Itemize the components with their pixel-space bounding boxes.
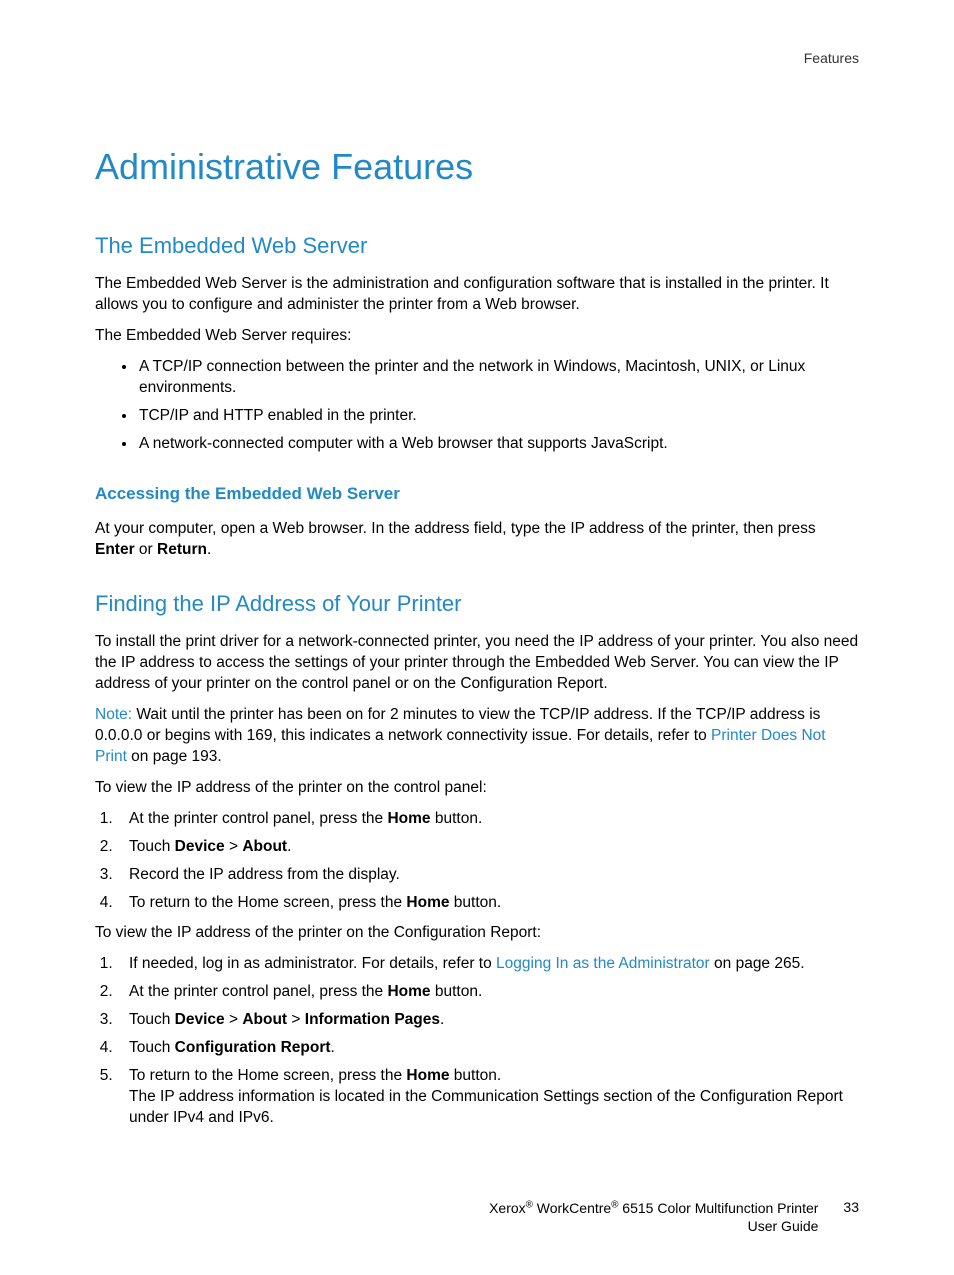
list-item: Record the IP address from the display. <box>117 865 859 886</box>
list-item: To return to the Home screen, press the … <box>117 893 859 914</box>
requirements-list: A TCP/IP connection between the printer … <box>95 357 859 455</box>
key-label: Return <box>157 541 207 558</box>
note-text: Note: Wait until the printer has been on… <box>95 705 859 768</box>
list-item: A network-connected computer with a Web … <box>137 434 859 455</box>
body-text: The Embedded Web Server requires: <box>95 326 859 347</box>
page-number: 33 <box>843 1199 859 1215</box>
section-label: Features <box>95 50 859 66</box>
list-item: A TCP/IP connection between the printer … <box>137 357 859 399</box>
steps-config-report: If needed, log in as administrator. For … <box>95 954 859 1128</box>
list-item: Touch Device > About > Information Pages… <box>117 1010 859 1031</box>
list-item: At the printer control panel, press the … <box>117 809 859 830</box>
body-text: To install the print driver for a networ… <box>95 632 859 695</box>
list-item: To return to the Home screen, press the … <box>117 1066 859 1129</box>
page-footer: Xerox® WorkCentre® 6515 Color Multifunct… <box>95 1199 859 1235</box>
footer-product: Xerox® WorkCentre® 6515 Color Multifunct… <box>489 1199 818 1235</box>
heading-embedded-web-server: The Embedded Web Server <box>95 233 859 259</box>
body-text: To view the IP address of the printer on… <box>95 778 859 799</box>
key-label: Enter <box>95 541 135 558</box>
heading-accessing-ews: Accessing the Embedded Web Server <box>95 484 859 504</box>
list-item: Touch Configuration Report. <box>117 1038 859 1059</box>
body-text: To view the IP address of the printer on… <box>95 923 859 944</box>
list-item: At the printer control panel, press the … <box>117 982 859 1003</box>
body-text: The Embedded Web Server is the administr… <box>95 274 859 316</box>
heading-finding-ip: Finding the IP Address of Your Printer <box>95 591 859 617</box>
list-item: TCP/IP and HTTP enabled in the printer. <box>137 406 859 427</box>
document-page: Features Administrative Features The Emb… <box>0 0 954 1275</box>
body-text: At your computer, open a Web browser. In… <box>95 519 859 561</box>
list-item: If needed, log in as administrator. For … <box>117 954 859 975</box>
link-logging-in-admin[interactable]: Logging In as the Administrator <box>496 955 710 972</box>
note-label: Note: <box>95 706 132 723</box>
steps-control-panel: At the printer control panel, press the … <box>95 809 859 914</box>
list-item: Touch Device > About. <box>117 837 859 858</box>
page-title: Administrative Features <box>95 146 859 188</box>
